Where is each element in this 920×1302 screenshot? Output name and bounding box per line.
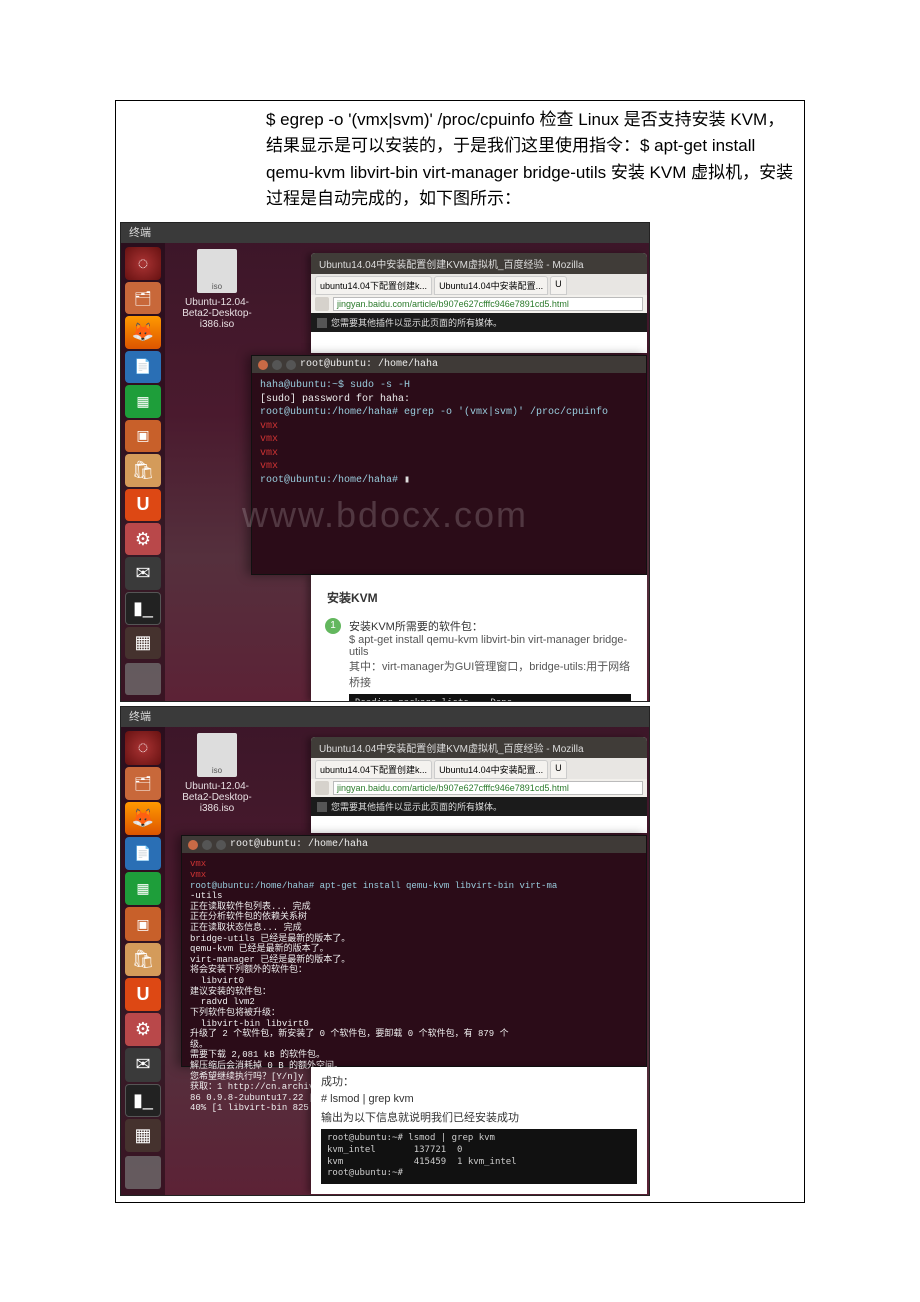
firefox-article-snippet: 安装KVM 1 安装KVM所需要的软件包： $ apt-get install … — [311, 575, 647, 701]
browser-tab[interactable]: Ubuntu14.04中安装配置... — [434, 276, 548, 295]
calc-icon[interactable]: ▦ — [125, 385, 161, 417]
watermark: www.bdocx.com — [242, 494, 528, 536]
terminal-icon[interactable]: ▮_ — [125, 1084, 161, 1117]
impress-icon[interactable]: ▣ — [125, 420, 161, 452]
firefox-window: Ubuntu14.04中安装配置创建KVM虚拟机_百度经验 - Mozilla … — [311, 253, 647, 353]
maximize-icon[interactable] — [216, 840, 226, 850]
ubuntu-one-icon[interactable]: U — [125, 489, 161, 521]
screenshot-gallery: 终端 ◌ 🗂 🦊 📄 ▦ ▣ 🛍 U ⚙ ✉ ▮_ ▦ — [116, 218, 804, 1202]
workspace-icon[interactable]: ▦ — [125, 1119, 161, 1152]
firefox-icon[interactable]: 🦊 — [125, 802, 161, 835]
maximize-icon[interactable] — [286, 360, 296, 370]
plugin-info-text: 您需要其他插件以显示此页面的所有媒体。 — [331, 316, 502, 329]
iso-file-label: Ubuntu-12.04-Beta2-Desktop-i386.iso — [177, 297, 257, 330]
firefox-article-snippet: 成功： # lsmod | grep kvm 输出为以下信息就说明我们已经安装成… — [311, 1067, 647, 1193]
browser-tab[interactable]: U — [550, 276, 567, 295]
firefox-url-bar: jingyan.baidu.com/article/b907e627cfffc9… — [311, 779, 647, 797]
trash-icon[interactable] — [125, 1156, 161, 1189]
firefox-window: Ubuntu14.04中安装配置创建KVM虚拟机_百度经验 - Mozilla … — [311, 737, 647, 833]
minimize-icon[interactable] — [202, 840, 212, 850]
browser-tab[interactable]: U — [550, 760, 567, 779]
trash-icon[interactable] — [125, 663, 161, 695]
step-desc: 输出为以下信息就说明我们已经安装成功 — [321, 1109, 637, 1125]
terminal-title-text: root@ubuntu: /home/haha — [230, 839, 368, 850]
terminal-icon[interactable]: ▮_ — [125, 592, 161, 625]
step-badge: 1 — [325, 618, 341, 634]
calc-icon[interactable]: ▦ — [125, 872, 161, 905]
url-field[interactable]: jingyan.baidu.com/article/b907e627cfffc9… — [333, 781, 643, 795]
step-desc: 其中：virt-manager为GUI管理窗口，bridge-utils:用于网… — [349, 658, 631, 690]
step-title: 安装KVM所需要的软件包： — [349, 618, 631, 634]
article-section-heading: 安装KVM — [327, 585, 631, 610]
top-bar-app-title: 终端 — [121, 223, 649, 243]
settings-icon[interactable]: ⚙ — [125, 523, 161, 555]
terminal-window: root@ubuntu: /home/haha vmx vmx root@ubu… — [181, 835, 647, 1067]
step-success-label: 成功： — [321, 1073, 637, 1089]
step-mini-screenshot: root@ubuntu:~# lsmod | grep kvm kvm_inte… — [321, 1129, 637, 1184]
software-center-icon[interactable]: 🛍 — [125, 943, 161, 976]
screenshot-1: 终端 ◌ 🗂 🦊 📄 ▦ ▣ 🛍 U ⚙ ✉ ▮_ ▦ — [120, 222, 650, 702]
firefox-icon[interactable]: 🦊 — [125, 316, 161, 348]
screenshot-2: 终端 ◌ 🗂 🦊 📄 ▦ ▣ 🛍 U ⚙ ✉ ▮_ ▦ — [120, 706, 650, 1196]
top-bar-app-title: 终端 — [121, 707, 649, 727]
software-center-icon[interactable]: 🛍 — [125, 454, 161, 486]
terminal-titlebar: root@ubuntu: /home/haha — [252, 356, 646, 373]
terminal-titlebar: root@ubuntu: /home/haha — [182, 836, 646, 853]
terminal-window: root@ubuntu: /home/haha haha@ubuntu:~$ s… — [251, 355, 647, 575]
unity-launcher: ◌ 🗂 🦊 📄 ▦ ▣ 🛍 U ⚙ ✉ ▮_ ▦ — [121, 243, 165, 701]
back-button[interactable] — [315, 781, 329, 795]
close-icon[interactable] — [258, 360, 268, 370]
url-field[interactable]: jingyan.baidu.com/article/b907e627cfffc9… — [333, 297, 643, 311]
settings-icon[interactable]: ⚙ — [125, 1013, 161, 1046]
files-icon[interactable]: 🗂 — [125, 282, 161, 314]
iso-file-icon — [197, 249, 237, 293]
updates-icon[interactable]: ✉ — [125, 557, 161, 589]
plugin-icon — [317, 802, 327, 812]
plugin-info-text: 您需要其他插件以显示此页面的所有媒体。 — [331, 800, 502, 813]
step-command: # lsmod | grep kvm — [321, 1089, 637, 1109]
firefox-content — [311, 332, 647, 352]
writer-icon[interactable]: 📄 — [125, 837, 161, 870]
terminal-output[interactable]: haha@ubuntu:~$ sudo -s -H [sudo] passwor… — [252, 373, 646, 493]
close-icon[interactable] — [188, 840, 198, 850]
dash-icon[interactable]: ◌ — [125, 731, 161, 764]
firefox-tab-strip: ubuntu14.04下配置创建k... Ubuntu14.04中安装配置...… — [311, 758, 647, 779]
plugin-icon — [317, 318, 327, 328]
firefox-tab-strip: ubuntu14.04下配置创建k... Ubuntu14.04中安装配置...… — [311, 274, 647, 295]
terminal-title-text: root@ubuntu: /home/haha — [300, 359, 438, 370]
firefox-titlebar: Ubuntu14.04中安装配置创建KVM虚拟机_百度经验 - Mozilla — [311, 253, 647, 274]
dash-icon[interactable]: ◌ — [125, 247, 161, 279]
firefox-titlebar: Ubuntu14.04中安装配置创建KVM虚拟机_百度经验 - Mozilla — [311, 737, 647, 758]
plugin-info-bar: 您需要其他插件以显示此页面的所有媒体。 — [311, 313, 647, 332]
iso-file-icon — [197, 733, 237, 777]
browser-tab[interactable]: Ubuntu14.04中安装配置... — [434, 760, 548, 779]
updates-icon[interactable]: ✉ — [125, 1048, 161, 1081]
plugin-info-bar: 您需要其他插件以显示此页面的所有媒体。 — [311, 797, 647, 816]
iso-file-label: Ubuntu-12.04-Beta2-Desktop-i386.iso — [177, 781, 257, 814]
workspace-icon[interactable]: ▦ — [125, 627, 161, 659]
step-mini-screenshot: Reading package lists... Done Building d… — [349, 694, 631, 702]
unity-launcher: ◌ 🗂 🦊 📄 ▦ ▣ 🛍 U ⚙ ✉ ▮_ ▦ — [121, 727, 165, 1195]
ubuntu-one-icon[interactable]: U — [125, 978, 161, 1011]
back-button[interactable] — [315, 297, 329, 311]
desktop-iso-file[interactable]: Ubuntu-12.04-Beta2-Desktop-i386.iso — [177, 249, 257, 330]
impress-icon[interactable]: ▣ — [125, 907, 161, 940]
document-paragraph: $ egrep -o '(vmx|svm)' /proc/cpuinfo 检查 … — [116, 101, 804, 218]
firefox-url-bar: jingyan.baidu.com/article/b907e627cfffc9… — [311, 295, 647, 313]
minimize-icon[interactable] — [272, 360, 282, 370]
desktop-iso-file[interactable]: Ubuntu-12.04-Beta2-Desktop-i386.iso — [177, 733, 257, 814]
writer-icon[interactable]: 📄 — [125, 351, 161, 383]
browser-tab[interactable]: ubuntu14.04下配置创建k... — [315, 276, 432, 295]
browser-tab[interactable]: ubuntu14.04下配置创建k... — [315, 760, 432, 779]
files-icon[interactable]: 🗂 — [125, 767, 161, 800]
step-command: $ apt-get install qemu-kvm libvirt-bin v… — [349, 634, 631, 658]
